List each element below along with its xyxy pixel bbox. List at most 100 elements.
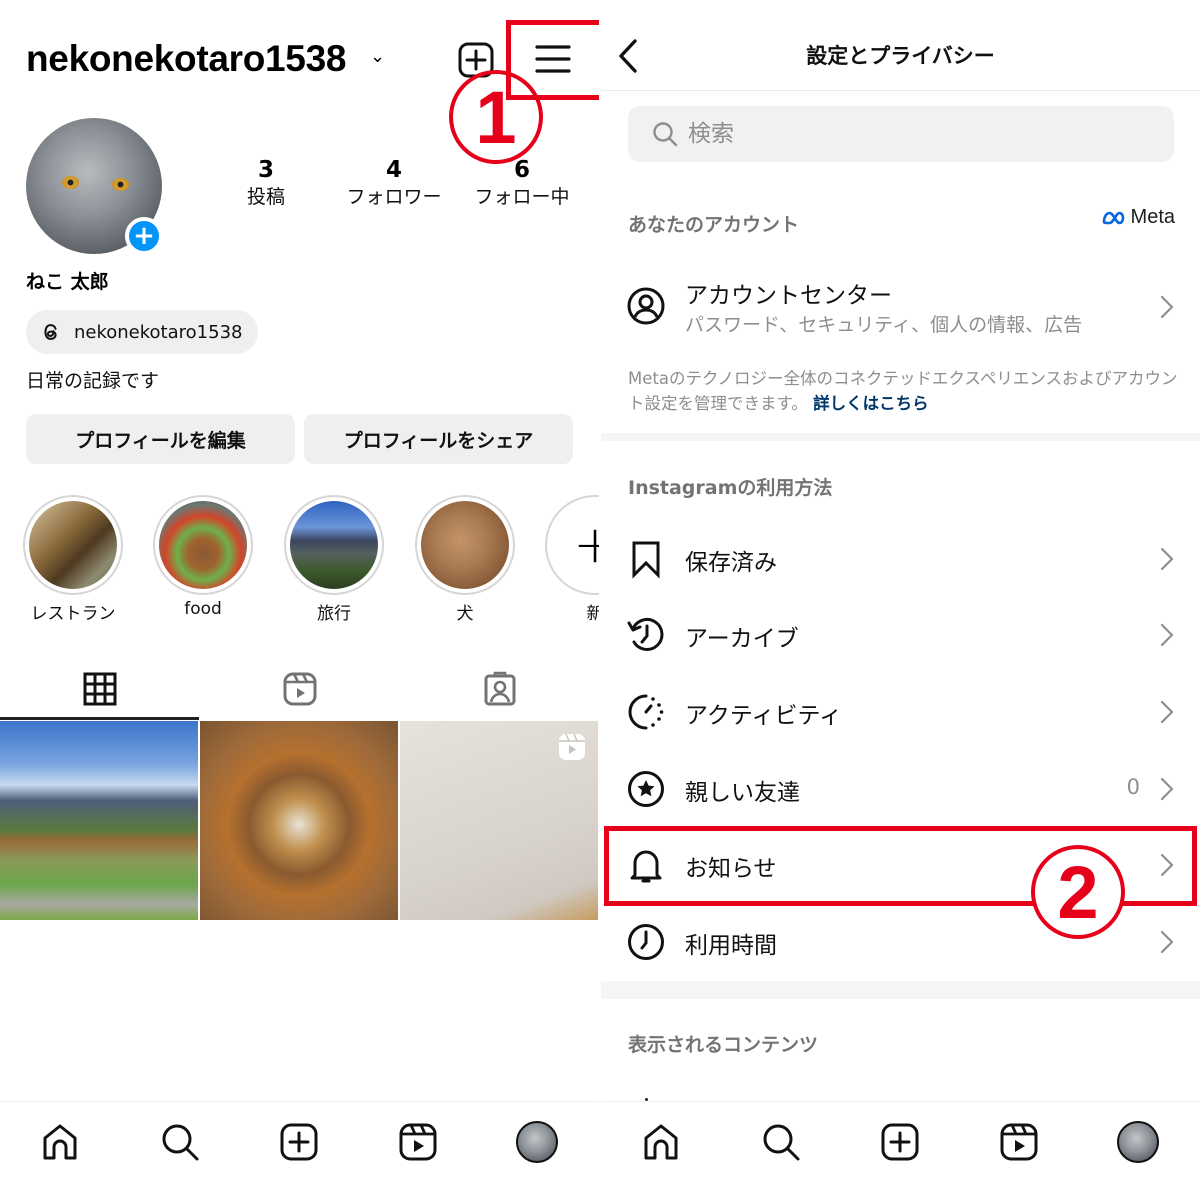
highlight-cover — [29, 501, 117, 589]
threads-badge[interactable]: nekonekotaro1538 — [26, 310, 259, 354]
profile-avatar-small — [1117, 1121, 1159, 1163]
meta-label: Meta — [1130, 206, 1175, 228]
highlight-ring — [23, 495, 123, 595]
avatar-cat-eye — [62, 176, 79, 189]
highlight-label: レストラン — [30, 604, 116, 624]
nav-create[interactable] — [878, 1120, 922, 1164]
meta-infinity-icon — [1102, 211, 1124, 224]
tab-tagged[interactable] — [400, 658, 599, 720]
search-icon — [763, 1124, 800, 1161]
close-friends-count: 0 — [1126, 775, 1140, 799]
threads-handle: nekonekotaro1538 — [74, 321, 243, 343]
chevron-down-icon[interactable]: ⌄ — [370, 46, 385, 67]
account-center-description: Metaのテクノロジー全体のコネクテッドエクスペリエンスおよびアカウント設定を管… — [628, 369, 1178, 413]
header-divider — [601, 90, 1200, 91]
nav-search[interactable] — [158, 1120, 202, 1164]
profile-username[interactable]: nekonekotaro1538 — [26, 38, 346, 80]
highlight-label: food — [184, 599, 222, 619]
account-center-subtitle: パスワード、セキュリティ、個人の情報、広告 — [685, 314, 1083, 336]
share-profile-button[interactable]: プロフィールをシェア — [304, 414, 573, 464]
settings-row-saved[interactable]: 保存済み — [601, 521, 1200, 597]
plus-icon: + — [545, 495, 599, 595]
chevron-right-icon — [1160, 623, 1174, 647]
bottom-navigation — [601, 1101, 1200, 1183]
profile-bio: 日常の記録です — [26, 370, 160, 392]
search-icon — [162, 1124, 199, 1161]
nav-home[interactable] — [38, 1120, 82, 1164]
row-label: 親しい友達 — [685, 780, 800, 806]
nav-create[interactable] — [277, 1120, 321, 1164]
meta-logo: Meta — [1101, 206, 1175, 229]
reels-icon — [1000, 1123, 1038, 1161]
tab-grid[interactable] — [0, 658, 199, 720]
search-icon — [653, 122, 678, 147]
section-header-content: 表示されるコンテンツ — [628, 1034, 819, 1056]
plus-square-icon — [881, 1123, 919, 1161]
highlight-travel[interactable]: 旅行 — [284, 495, 384, 624]
chevron-right-icon — [1160, 930, 1174, 954]
chevron-right-icon — [1160, 777, 1174, 801]
highlight-label: 新 — [586, 604, 600, 624]
tab-reels[interactable] — [200, 658, 399, 720]
archive-icon — [627, 617, 664, 651]
stat-following[interactable]: 6 フォロー中 — [466, 156, 578, 210]
nav-search[interactable] — [759, 1120, 803, 1164]
search-input[interactable] — [688, 121, 1148, 147]
plus-square-icon — [280, 1123, 318, 1161]
close-friends-star-icon — [628, 771, 664, 807]
account-center-title: アカウントセンター — [685, 283, 892, 309]
threads-icon — [44, 324, 57, 340]
settings-row-archive[interactable]: アーカイブ — [601, 597, 1200, 673]
section-separator — [601, 981, 1200, 999]
section-header-your-account: あなたのアカウント — [628, 214, 800, 236]
stat-posts[interactable]: 3 投稿 — [236, 156, 296, 210]
account-center-row[interactable]: アカウントセンター パスワード、セキュリティ、個人の情報、広告 — [601, 270, 1200, 344]
chevron-right-icon — [1160, 547, 1174, 571]
highlight-new[interactable]: + 新 — [545, 495, 599, 624]
clock-icon — [628, 924, 664, 960]
tagged-person-icon — [484, 671, 515, 706]
section-header-how-you-use: Instagramの利用方法 — [628, 477, 833, 499]
settings-search[interactable] — [628, 106, 1174, 162]
highlight-ring — [284, 495, 384, 595]
section-separator — [601, 433, 1200, 441]
post-thumbnail[interactable] — [200, 721, 398, 920]
highlight-food[interactable]: food — [153, 495, 253, 619]
settings-row-close-friends[interactable]: 親しい友達 0 — [601, 751, 1200, 827]
profile-screen: nekonekotaro1538 ⌄ + 3 投稿 4 フォロワー 6 フォロー… — [0, 0, 599, 1183]
edit-profile-button[interactable]: プロフィールを編集 — [26, 414, 295, 464]
row-label: アーカイブ — [685, 626, 799, 652]
highlight-label: 旅行 — [317, 604, 351, 624]
settings-row-activity[interactable]: アクティビティ — [601, 674, 1200, 750]
nav-reels[interactable] — [997, 1120, 1041, 1164]
add-story-button[interactable]: + — [125, 217, 163, 255]
highlight-ring — [415, 495, 515, 595]
annotation-step-1: 1 — [449, 70, 543, 164]
nav-profile[interactable] — [1116, 1120, 1160, 1164]
highlight-cover — [421, 501, 509, 589]
nav-home[interactable] — [639, 1120, 683, 1164]
row-label: 利用時間 — [685, 933, 777, 959]
stat-followers[interactable]: 4 フォロワー — [336, 156, 452, 210]
account-circle-icon — [627, 287, 665, 325]
highlight-ring — [153, 495, 253, 595]
reels-icon — [283, 672, 316, 706]
learn-more-link[interactable]: 詳しくはこちら — [813, 394, 929, 413]
chevron-right-icon — [1160, 295, 1174, 319]
nav-profile[interactable] — [515, 1120, 559, 1164]
post-thumbnail[interactable] — [0, 721, 198, 920]
bookmark-icon — [632, 541, 660, 579]
profile-avatar-small — [516, 1121, 558, 1163]
row-label: アクティビティ — [685, 703, 843, 729]
display-name: ねこ 太郎 — [26, 271, 109, 293]
avatar-cat-eye — [112, 178, 129, 191]
highlight-restaurant[interactable]: レストラン — [23, 495, 123, 624]
post-thumbnail[interactable] — [400, 721, 598, 920]
page-title: 設定とプライバシー — [806, 44, 995, 68]
highlight-dog[interactable]: 犬 — [415, 495, 515, 624]
reel-badge-icon — [559, 733, 585, 760]
highlight-label: 犬 — [456, 604, 474, 624]
home-icon — [644, 1124, 678, 1160]
grid-icon — [83, 672, 116, 706]
nav-reels[interactable] — [396, 1120, 440, 1164]
